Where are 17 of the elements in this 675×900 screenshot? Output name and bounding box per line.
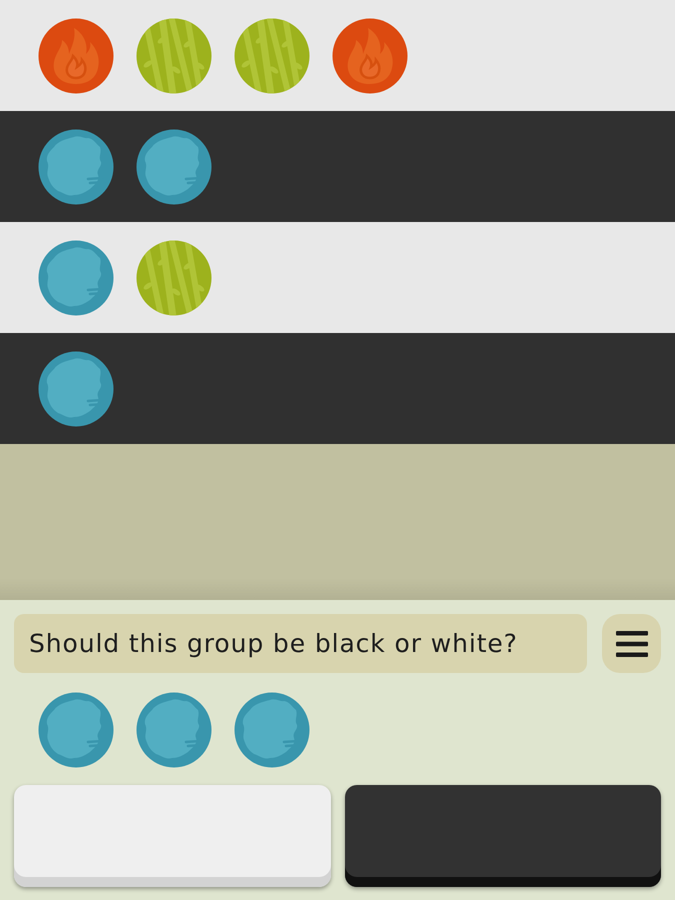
cloud-token-icon (136, 128, 212, 204)
cloud-token-icon (234, 692, 310, 768)
stalks-token-icon (136, 240, 212, 316)
menu-icon (616, 630, 648, 656)
flame-token-icon (332, 18, 408, 94)
cloud-token-icon (38, 128, 114, 204)
menu-button[interactable] (602, 614, 661, 673)
answer-button[interactable] (14, 785, 330, 887)
cloud-token-icon (38, 350, 114, 426)
stalks-token-icon (234, 18, 310, 94)
flame-token-icon (38, 18, 114, 94)
question-label: Should this group be black or white? (14, 614, 587, 673)
cloud-token-icon (38, 240, 114, 316)
stalks-token-icon (136, 18, 212, 94)
cloud-token-icon (136, 692, 212, 768)
answer-button[interactable] (344, 785, 661, 887)
cloud-token-icon (38, 692, 114, 768)
